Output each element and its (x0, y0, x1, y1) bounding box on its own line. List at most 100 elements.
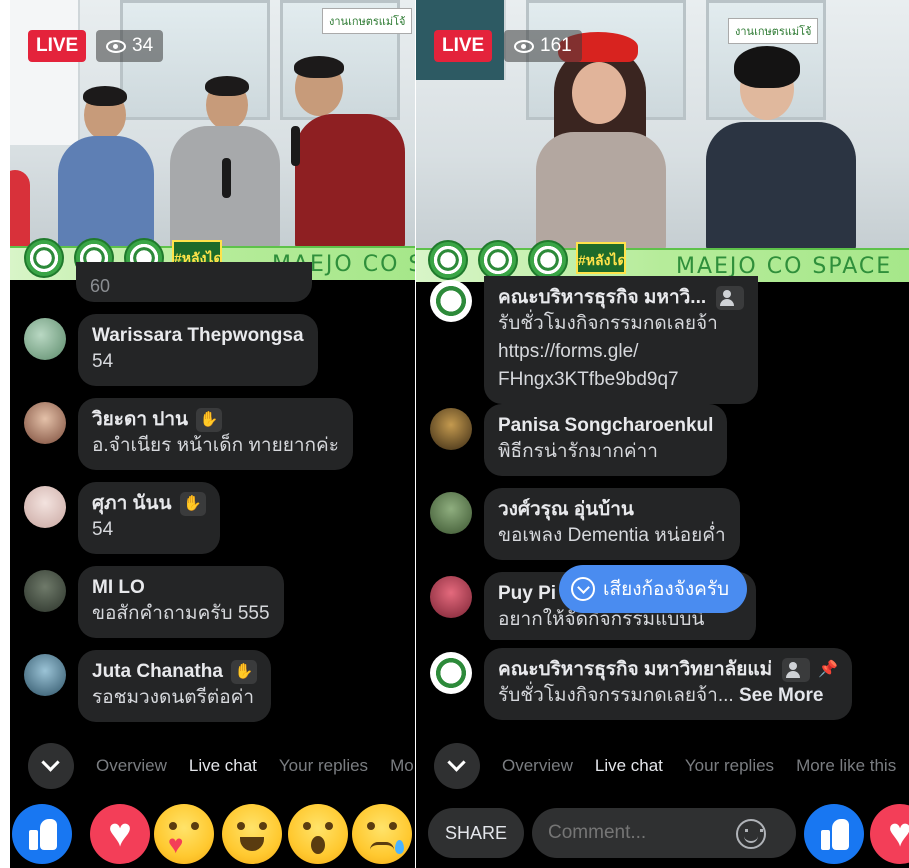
like-reaction-icon[interactable] (12, 804, 72, 864)
collapse-chevron-icon[interactable] (434, 743, 480, 789)
pinned-comment[interactable]: คณะบริหารธุรกิจ มหาวิทยาลัยแม่ 📌 รับชั่วโ… (416, 640, 909, 722)
chat-bubble: MI LO ขอสักคำถามครับ 555 (78, 566, 284, 638)
chat-bubble: วงศ์วรุณ อุ่นบ้าน ขอเพลง Dementia หน่อยค… (484, 488, 740, 560)
care-reaction-icon[interactable]: ♥ (154, 804, 214, 864)
message-text: รอชมวงดนตรีต่อค่า (92, 687, 254, 708)
tab-more-like-this[interactable]: More like this (796, 756, 896, 776)
haha-reaction-icon[interactable] (222, 804, 282, 864)
author-name[interactable]: วิยะดา ปาน (92, 407, 188, 432)
live-video-feed[interactable]: #หลังไดม MAEJO CO SPACE งานเกษตรแม่โจ้ L… (416, 0, 909, 282)
tab-live-chat[interactable]: Live chat (595, 756, 663, 776)
viewer-count-value: 34 (132, 35, 154, 56)
chat-message[interactable]: MI LO ขอสักคำถามครับ 555 (24, 566, 284, 638)
message-text: ขอเพลง Dementia หน่อยค่ำ (498, 525, 726, 546)
message-text: 54 (92, 351, 114, 372)
sad-reaction-icon[interactable] (352, 804, 412, 864)
author-name[interactable]: Juta Chanatha (92, 659, 223, 684)
avatar[interactable] (430, 492, 472, 534)
author-name[interactable]: Warissara Thepwongsa (92, 323, 304, 348)
wave-icon[interactable]: ✋ (230, 659, 257, 684)
eye-icon (106, 39, 126, 53)
chat-bubble: คณะบริหารธุรกิจ มหาวิทยาลัยแม่ 📌 รับชั่วโ… (484, 648, 853, 720)
chat-bubble: วิยะดา ปาน ✋ อ.จำเนียร หน้าเด็ก ทายยากค่ะ (78, 398, 353, 470)
chevron-down-icon (571, 577, 595, 601)
live-badge: LIVE (434, 30, 493, 62)
author-name[interactable]: วงศ์วรุณ อุ่นบ้าน (498, 497, 634, 522)
admin-icon (782, 657, 811, 682)
message-text: ขอสักคำถามครับ 555 (92, 603, 270, 624)
message-text: รับชั่วโมงกิจกรรมกดเลยจ้า... (498, 685, 734, 706)
tab-overview[interactable]: Overview (502, 756, 573, 776)
author-name[interactable]: Puy Pi (498, 581, 556, 606)
avatar[interactable] (24, 486, 66, 528)
person-speaker-3 (285, 56, 405, 250)
see-more-link[interactable]: See More (739, 685, 823, 706)
person-guest (706, 46, 856, 252)
chat-bubble: ศุภา นันน ✋ 54 (78, 482, 220, 554)
author-name[interactable]: MI LO (92, 575, 145, 600)
message-link[interactable]: https://forms.gle/ (498, 338, 744, 366)
tab-your-replies[interactable]: Your replies (685, 756, 774, 776)
author-name[interactable]: คณะบริหารธุรกิจ มหาวิทยาลัยแม่ (498, 657, 772, 682)
admin-icon (716, 285, 745, 310)
live-badge: LIVE (28, 30, 87, 62)
channel-corner-logo: งานเกษตรแม่โจ้ (322, 8, 413, 34)
chat-tab-bar: Overview Live chat Your replies More lik… (416, 740, 909, 792)
pin-icon: 📌 (818, 661, 839, 678)
avatar[interactable] (24, 318, 66, 360)
share-button[interactable]: SHARE (428, 808, 524, 858)
chat-bubble: Warissara Thepwongsa 54 (78, 314, 318, 386)
chat-message[interactable]: Juta Chanatha ✋ รอชมวงดนตรีต่อค่า (24, 650, 271, 722)
wave-icon[interactable]: ✋ (196, 407, 223, 432)
like-reaction-icon[interactable] (804, 804, 864, 864)
live-video-panel-left: #หลังไดม MAEJO CO SPACE งานเกษตรแม่โจ้ L… (10, 0, 415, 868)
tab-overview[interactable]: Overview (96, 756, 167, 776)
love-reaction-icon[interactable] (90, 804, 150, 864)
chat-message-partial: 60 (90, 276, 111, 296)
chat-message[interactable]: ศุภา นันน ✋ 54 (24, 482, 220, 554)
chat-message[interactable]: วงศ์วรุณ อุ่นบ้าน ขอเพลง Dementia หน่อยค… (430, 488, 740, 560)
avatar[interactable] (24, 570, 66, 612)
avatar[interactable] (24, 402, 66, 444)
avatar[interactable] (24, 654, 66, 696)
chat-message[interactable]: Warissara Thepwongsa 54 (24, 314, 318, 386)
chat-message[interactable]: Panisa Songcharoenkul พิธีกรน่ารักมากค่า… (430, 404, 728, 476)
message-text: 54 (92, 519, 114, 540)
person-edge (10, 140, 30, 250)
author-name[interactable]: คณะบริหารธุรกิจ มหาวิ... (498, 285, 706, 310)
eye-icon (514, 39, 534, 53)
message-text: รับชั่วโมงกิจกรรมกดเลยจ้า (498, 313, 718, 334)
new-message-pill[interactable]: เสียงก้องจังครับ (559, 565, 748, 613)
tab-live-chat[interactable]: Live chat (189, 756, 257, 776)
love-reaction-icon[interactable] (870, 804, 909, 864)
message-text: พิธีกรน่ารักมากค่าา (498, 441, 658, 462)
hashtag-badge: #หลังไดม (576, 242, 626, 274)
message-link[interactable]: FHngx3KTfbe9bd9q7 (498, 366, 744, 394)
avatar[interactable] (430, 576, 472, 618)
new-message-text: เสียงก้องจังครับ (603, 579, 730, 600)
avatar[interactable] (430, 408, 472, 450)
author-name[interactable]: Panisa Songcharoenkul (498, 413, 713, 438)
avatar[interactable] (430, 280, 472, 322)
wow-reaction-icon[interactable] (288, 804, 348, 864)
tab-your-replies[interactable]: Your replies (279, 756, 368, 776)
live-video-feed[interactable]: #หลังไดม MAEJO CO SPACE งานเกษตรแม่โจ้ L… (10, 0, 415, 280)
avatar[interactable] (430, 652, 472, 694)
pinned-message[interactable]: คณะบริหารธุรกิจ มหาวิทยาลัยแม่ 📌 รับชั่วโ… (430, 648, 853, 720)
tab-more[interactable]: Mo (390, 756, 414, 776)
university-seal-icon (24, 238, 64, 278)
collapse-chevron-icon[interactable] (28, 743, 74, 789)
university-seal-icon (528, 240, 568, 280)
emoji-picker-icon[interactable] (736, 819, 766, 849)
person-speaker-2 (170, 76, 280, 250)
university-seal-icon (478, 240, 518, 280)
chat-message[interactable]: วิยะดา ปาน ✋ อ.จำเนียร หน้าเด็ก ทายยากค่ะ (24, 398, 353, 470)
university-seal-icon (428, 240, 468, 280)
live-video-panel-right: #หลังไดม MAEJO CO SPACE งานเกษตรแม่โจ้ L… (416, 0, 909, 868)
message-text: อ.จำเนียร หน้าเด็ก ทายยากค่ะ (92, 435, 339, 456)
viewer-count: 34 (96, 30, 164, 62)
person-speaker-1 (58, 86, 154, 250)
chat-message[interactable]: คณะบริหารธุรกิจ มหาวิ... รับชั่วโมงกิจกร… (430, 276, 759, 404)
author-name[interactable]: ศุภา นันน (92, 491, 172, 516)
wave-icon[interactable]: ✋ (179, 491, 206, 516)
